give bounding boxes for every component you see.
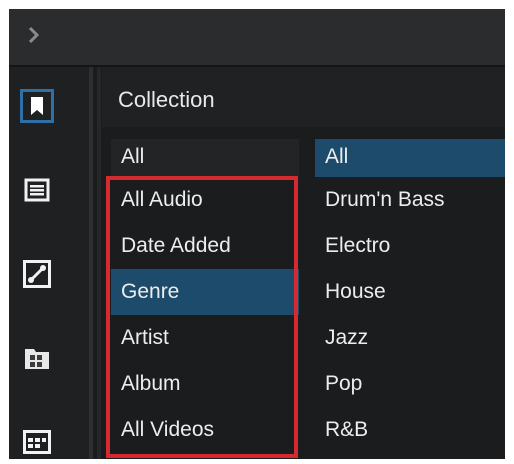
sidebar-item-link[interactable]	[20, 257, 54, 291]
top-toolbar	[9, 9, 505, 67]
category-item-all-videos[interactable]: All Videos	[111, 407, 299, 453]
genre-label: Pop	[325, 372, 363, 395]
sidebar-item-list[interactable]	[20, 173, 54, 207]
grid-icon	[23, 430, 51, 454]
category-item-genre[interactable]: Genre	[111, 269, 299, 315]
chevron-right-icon	[28, 26, 40, 44]
genre-item-all[interactable]: All	[315, 139, 505, 177]
genre-label: All	[325, 145, 349, 168]
folder-grid-icon	[25, 349, 49, 369]
list-icon	[24, 178, 50, 202]
genre-label: Jazz	[325, 326, 369, 349]
genre-item-electro[interactable]: Electro	[315, 223, 505, 269]
panel-divider[interactable]	[89, 67, 93, 459]
genre-label: House	[325, 280, 386, 303]
category-item-album[interactable]: Album	[111, 361, 299, 407]
category-list: All All Audio Date Added Genre Artist Al…	[111, 139, 299, 453]
category-item-artist[interactable]: Artist	[111, 315, 299, 361]
expand-chevron-button[interactable]	[23, 24, 45, 46]
category-label: Genre	[121, 280, 180, 303]
sidebar-item-grid[interactable]	[20, 425, 54, 459]
link-icon	[23, 260, 51, 288]
category-item-all-audio[interactable]: All Audio	[111, 177, 299, 223]
category-label: Date Added	[121, 234, 231, 257]
category-label: All	[121, 145, 145, 168]
genre-label: Drum'n Bass	[325, 188, 445, 211]
genre-item-r-and-b[interactable]: R&B	[315, 407, 505, 453]
genre-item-jazz[interactable]: Jazz	[315, 315, 505, 361]
sidebar-item-folder[interactable]	[20, 341, 54, 375]
page-title: Collection	[118, 87, 215, 112]
panel-divider-shadow	[97, 67, 101, 459]
category-label: All Videos	[121, 418, 215, 441]
genre-label: R&B	[325, 418, 369, 441]
category-item-all[interactable]: All	[111, 139, 299, 177]
genre-label: Electro	[325, 234, 391, 257]
bookmark-icon	[31, 97, 43, 115]
category-label: Album	[121, 372, 181, 395]
genre-list: All Drum'n Bass Electro House Jazz Pop R…	[315, 139, 505, 453]
category-item-date-added[interactable]: Date Added	[111, 223, 299, 269]
collection-header: Collection	[102, 67, 505, 127]
genre-item-pop[interactable]: Pop	[315, 361, 505, 407]
genre-item-house[interactable]: House	[315, 269, 505, 315]
sidebar-item-bookmarks[interactable]	[20, 89, 54, 123]
sidebar-icon-bar	[9, 67, 89, 459]
genre-item-drum-n-bass[interactable]: Drum'n Bass	[315, 177, 505, 223]
category-label: All Audio	[121, 188, 203, 211]
category-label: Artist	[121, 326, 169, 349]
app-window: Collection All All Audio Date Added Genr…	[9, 9, 505, 459]
